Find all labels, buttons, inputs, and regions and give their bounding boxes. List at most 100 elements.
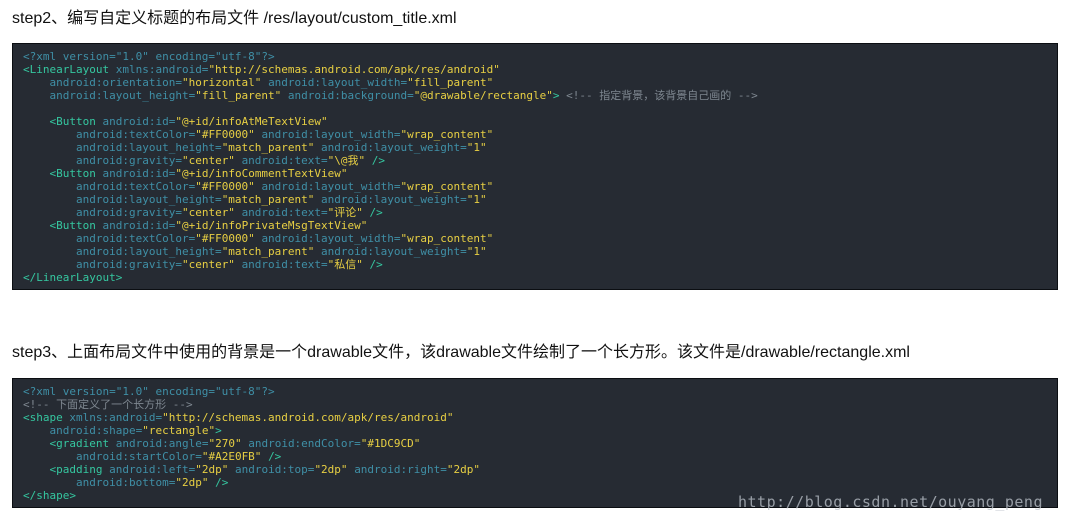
code-token-attr: android:layout_width= — [268, 76, 408, 89]
code-token-attr: android:angle= — [115, 437, 209, 450]
code-token-attr: android:textColor= — [75, 128, 196, 141]
code-token-tag: <shape — [23, 411, 70, 424]
code-token-val: "1" — [466, 245, 487, 258]
code-token-attr: android:gravity= — [75, 258, 182, 271]
code-token-attr: android:layout_width= — [261, 232, 401, 245]
code-token-attr: android:left= — [109, 463, 196, 476]
code-token-val: "私信" — [327, 258, 363, 271]
code-token-attr: android:id= — [102, 167, 176, 180]
code-token-val: "wrap_content" — [400, 128, 494, 141]
code-token-val: "2dp" — [175, 476, 209, 489]
code-token-val: "\@我" — [327, 154, 366, 167]
code-token-attr: android:bottom= — [75, 476, 176, 489]
code-token-val: "270" — [208, 437, 242, 450]
code-line: android:layout_height="match_parent" and… — [23, 141, 1057, 154]
code-line: android:textColor="#FF0000" android:layo… — [23, 232, 1057, 245]
code-token-tag: /> — [371, 154, 386, 167]
code-token-attr: android:text= — [241, 258, 328, 271]
code-token-attr: android:text= — [241, 154, 328, 167]
code-token-attr: android:text= — [241, 206, 328, 219]
code-token-attr: android:id= — [102, 219, 176, 232]
layout-xml-code-block: <?xml version="1.0" encoding="utf-8"?> <L… — [12, 43, 1058, 290]
code-token-val: "评论" — [327, 206, 363, 219]
code-line: android:layout_height="match_parent" and… — [23, 245, 1057, 258]
code-line: android:gravity="center" android:text="评… — [23, 206, 1057, 219]
code-token-val: "@+id/infoPrivateMsgTextView" — [175, 219, 368, 232]
code-token-comment: <!-- 下面定义了一个长方形 --> — [23, 398, 193, 411]
code-token-val: "wrap_content" — [400, 180, 494, 193]
code-token-val: "match_parent" — [221, 193, 315, 206]
code-token-val: "match_parent" — [221, 141, 315, 154]
code-token-tag: > — [215, 424, 222, 437]
code-line: android:startColor="#A2E0FB" /> — [23, 450, 1057, 463]
code-line: <?xml version="1.0" encoding="utf-8"?> — [23, 385, 1057, 398]
code-token-val: "@+id/infoAtMeTextView" — [175, 115, 328, 128]
code-token-val: "2dp" — [314, 463, 348, 476]
code-token-tag: /> — [369, 206, 383, 219]
code-token-val: "1" — [466, 193, 487, 206]
code-line: android:layout_height="match_parent" and… — [23, 193, 1057, 206]
code-token-val: "rectangle" — [142, 424, 216, 437]
code-token-pi: <?xml version="1.0" encoding="utf-8"?> — [23, 385, 275, 398]
blog-watermark: http://blog.csdn.net/ouyang_peng — [738, 493, 1043, 511]
code-token-attr: android:layout_height= — [49, 89, 196, 102]
code-token-attr: android:layout_width= — [261, 128, 401, 141]
code-token-attr: android:gravity= — [75, 154, 182, 167]
code-line: <?xml version="1.0" encoding="utf-8"?> — [23, 50, 1057, 63]
code-token-val: "#FF0000" — [195, 128, 255, 141]
drawable-xml-code-block: <?xml version="1.0" encoding="utf-8"?> <!… — [12, 378, 1058, 508]
code-line: <Button android:id="@+id/infoAtMeTextVie… — [23, 115, 1057, 128]
code-token-tag: <gradient — [49, 437, 116, 450]
code-token-tag: <Button — [49, 219, 103, 232]
code-token-tag: <Button — [49, 167, 103, 180]
code-line: android:shape="rectangle"> — [23, 424, 1057, 437]
code-token-attr: android:orientation= — [49, 76, 182, 89]
code-token-val: "center" — [181, 154, 235, 167]
code-token-val: "http://schemas.android.com/apk/res/andr… — [162, 411, 454, 424]
code-token-attr: android:layout_height= — [75, 141, 222, 154]
code-token-pi: <?xml version="1.0" encoding="utf-8"?> — [23, 50, 275, 63]
code-line: <gradient android:angle="270" android:en… — [23, 437, 1057, 450]
code-token-val: "center" — [181, 206, 235, 219]
code-token-attr: android:layout_width= — [261, 180, 401, 193]
code-token-val: "1" — [466, 141, 487, 154]
code-token-attr: android:gravity= — [75, 206, 182, 219]
code-token-tag: </LinearLayout> — [23, 271, 123, 284]
code-line: <Button android:id="@+id/infoCommentText… — [23, 167, 1057, 180]
code-token-val: "fill_parent" — [195, 89, 282, 102]
code-token-attr: xmlns:android= — [69, 411, 163, 424]
code-line: <LinearLayout xmlns:android="http://sche… — [23, 63, 1057, 76]
code-token-tag: <padding — [49, 463, 110, 476]
step3-heading: step3、上面布局文件中使用的背景是一个drawable文件，该drawabl… — [12, 344, 910, 361]
code-token-val: "wrap_content" — [400, 232, 494, 245]
code-token-val: "#A2E0FB" — [201, 450, 262, 463]
code-token-val: "fill_parent" — [407, 76, 494, 89]
code-token-attr: android:layout_height= — [75, 245, 222, 258]
code-token-attr: android:endColor= — [248, 437, 361, 450]
code-line: android:layout_height="fill_parent" andr… — [23, 89, 1057, 102]
code-line: <!-- 下面定义了一个长方形 --> — [23, 398, 1057, 411]
code-token-attr: android:id= — [102, 115, 176, 128]
step2-heading: step2、编写自定义标题的布局文件 /res/layout/custom_ti… — [12, 10, 457, 27]
code-token-attr: android:shape= — [49, 424, 143, 437]
code-token-val: "center" — [181, 258, 235, 271]
